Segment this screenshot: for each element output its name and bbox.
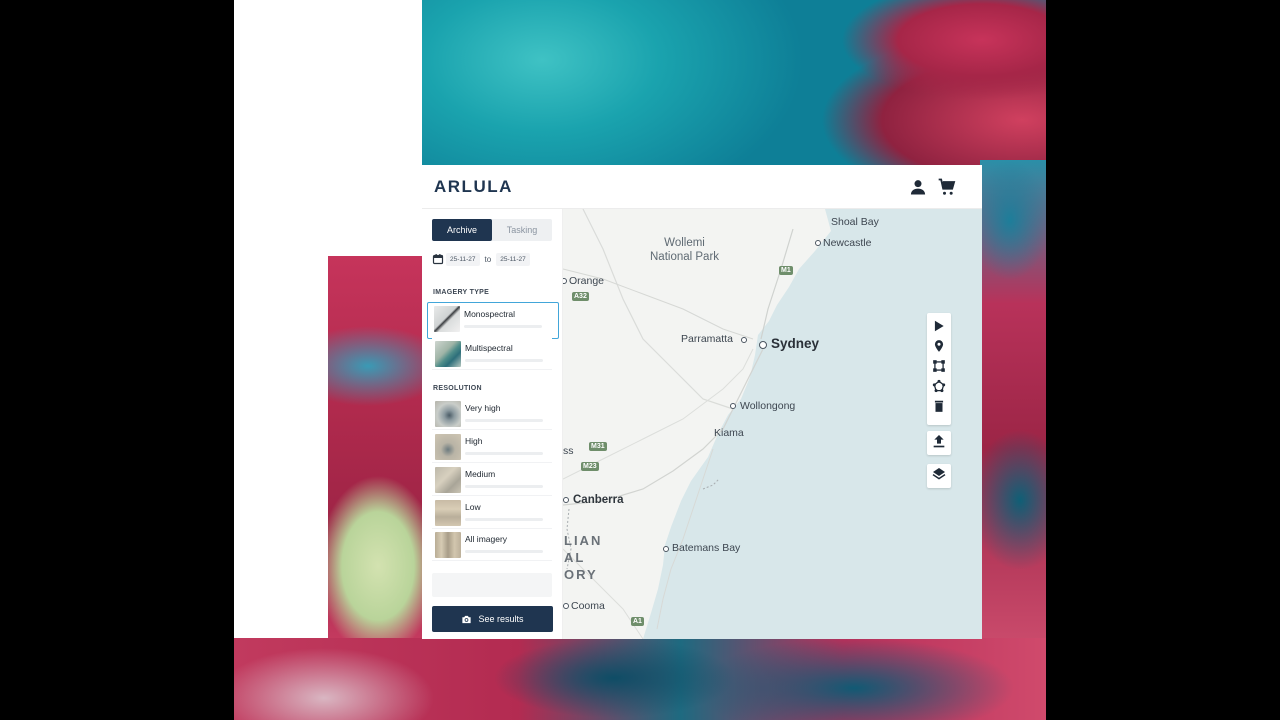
trash-icon[interactable] [931, 398, 947, 414]
place-newcastle: Newcastle [823, 237, 872, 249]
option-bar [465, 518, 543, 521]
imagery-type-heading: IMAGERY TYPE [433, 289, 490, 296]
road-shield-a32: A32 [572, 292, 589, 301]
option-label: High [465, 436, 483, 446]
park-line-2: National Park [650, 251, 720, 263]
park-line-1: Wollemi [664, 237, 705, 249]
option-label: Monospectral [464, 309, 516, 319]
satellite-image-bottom [234, 638, 1046, 720]
place-batemans-bay: Batemans Bay [672, 542, 741, 554]
all-imagery-thumbnail [435, 532, 461, 558]
multispectral-thumbnail [435, 341, 461, 367]
place-marker [563, 603, 569, 609]
cursor-icon[interactable] [931, 318, 947, 334]
place-goulburn-partial: ss [563, 445, 574, 457]
region-line-2: AL [564, 550, 586, 565]
place-marker [730, 403, 736, 409]
rectangle-icon[interactable] [931, 358, 947, 374]
option-bar [464, 325, 542, 328]
search-sidebar: Archive Tasking 25-11-27 to 25-11-27 IMA… [422, 209, 563, 639]
app-header: ARLULA [422, 165, 982, 209]
loading-placeholder [432, 573, 552, 597]
place-marker [563, 497, 569, 503]
low-thumbnail [435, 500, 461, 526]
imagery-option-monospectral[interactable]: Monospectral [427, 302, 559, 339]
polygon-icon[interactable] [931, 378, 947, 394]
satellite-image-right [980, 160, 1046, 640]
layers-button[interactable] [927, 464, 951, 488]
option-bar [465, 452, 543, 455]
place-marker [815, 240, 821, 246]
place-canberra: Canberra [573, 494, 624, 506]
map-draw-toolbar [927, 313, 951, 425]
option-bar [465, 419, 543, 422]
app-logo[interactable]: ARLULA [434, 177, 513, 197]
tab-tasking[interactable]: Tasking [492, 219, 552, 241]
resolution-option-all-imagery[interactable]: All imagery [432, 529, 552, 561]
resolution-option-high[interactable]: High [432, 431, 552, 463]
place-wollemi-national-park: Wollemi National Park [650, 236, 719, 264]
map-view[interactable]: Shoal Bay Newcastle Wollemi National Par… [563, 209, 982, 639]
camera-icon [461, 614, 472, 625]
satellite-image-left [328, 256, 424, 640]
road-shield-a1: A1 [631, 617, 644, 626]
place-kiama: Kiama [714, 427, 744, 439]
date-separator: to [484, 254, 492, 264]
place-orange: Orange [569, 275, 605, 287]
option-label: Very high [465, 403, 501, 413]
option-bar [465, 550, 543, 553]
very-high-thumbnail [435, 401, 461, 427]
place-marker [663, 546, 669, 552]
mode-tabs: Archive Tasking [432, 219, 552, 241]
layers-icon [931, 466, 947, 487]
date-range: 25-11-27 to 25-11-27 [432, 249, 552, 269]
see-results-button[interactable]: See results [432, 606, 553, 632]
region-line-3: ORY [564, 567, 598, 582]
option-label: Medium [465, 469, 496, 479]
resolution-option-medium[interactable]: Medium [432, 464, 552, 496]
place-cooma: Cooma [571, 600, 605, 612]
place-wollongong: Wollongong [740, 400, 796, 412]
pin-icon[interactable] [931, 338, 947, 354]
resolution-option-very-high[interactable]: Very high [432, 398, 552, 430]
cart-icon[interactable] [937, 177, 957, 197]
option-label: All imagery [465, 534, 508, 544]
backdrop: ARLULA Archive Tasking 25-11-27 to 25-11… [0, 0, 1280, 720]
option-bar [465, 485, 543, 488]
map-basemap [563, 209, 982, 639]
road-shield-m1: M1 [779, 266, 793, 275]
road-shield-m31: M31 [589, 442, 607, 451]
upload-button[interactable] [927, 431, 951, 455]
region-line-1: LIAN [564, 533, 603, 548]
tab-archive[interactable]: Archive [432, 219, 492, 241]
road-shield-m23: M23 [581, 462, 599, 471]
calendar-icon[interactable] [432, 253, 444, 265]
date-from-input[interactable]: 25-11-27 [446, 252, 480, 266]
place-shoal-bay: Shoal Bay [831, 216, 879, 228]
satellite-image-top [422, 0, 1046, 170]
imagery-option-multispectral[interactable]: Multispectral [432, 338, 552, 370]
option-bar [465, 359, 543, 362]
place-marker [741, 337, 747, 343]
high-thumbnail [435, 434, 461, 460]
resolution-option-low[interactable]: Low [432, 497, 552, 529]
monospectral-thumbnail [434, 306, 460, 332]
resolution-heading: RESOLUTION [433, 385, 482, 392]
app-window: ARLULA Archive Tasking 25-11-27 to 25-11… [422, 165, 982, 639]
user-icon[interactable] [908, 177, 928, 197]
place-parramatta: Parramatta [681, 333, 733, 345]
place-sydney: Sydney [771, 336, 820, 351]
region-label: LIAN AL ORY [564, 532, 602, 583]
upload-icon [931, 433, 947, 454]
option-label: Multispectral [465, 343, 513, 353]
option-label: Low [465, 502, 481, 512]
place-marker-capital [759, 341, 767, 349]
date-to-input[interactable]: 25-11-27 [496, 252, 530, 266]
see-results-label: See results [478, 614, 524, 624]
medium-thumbnail [435, 467, 461, 493]
